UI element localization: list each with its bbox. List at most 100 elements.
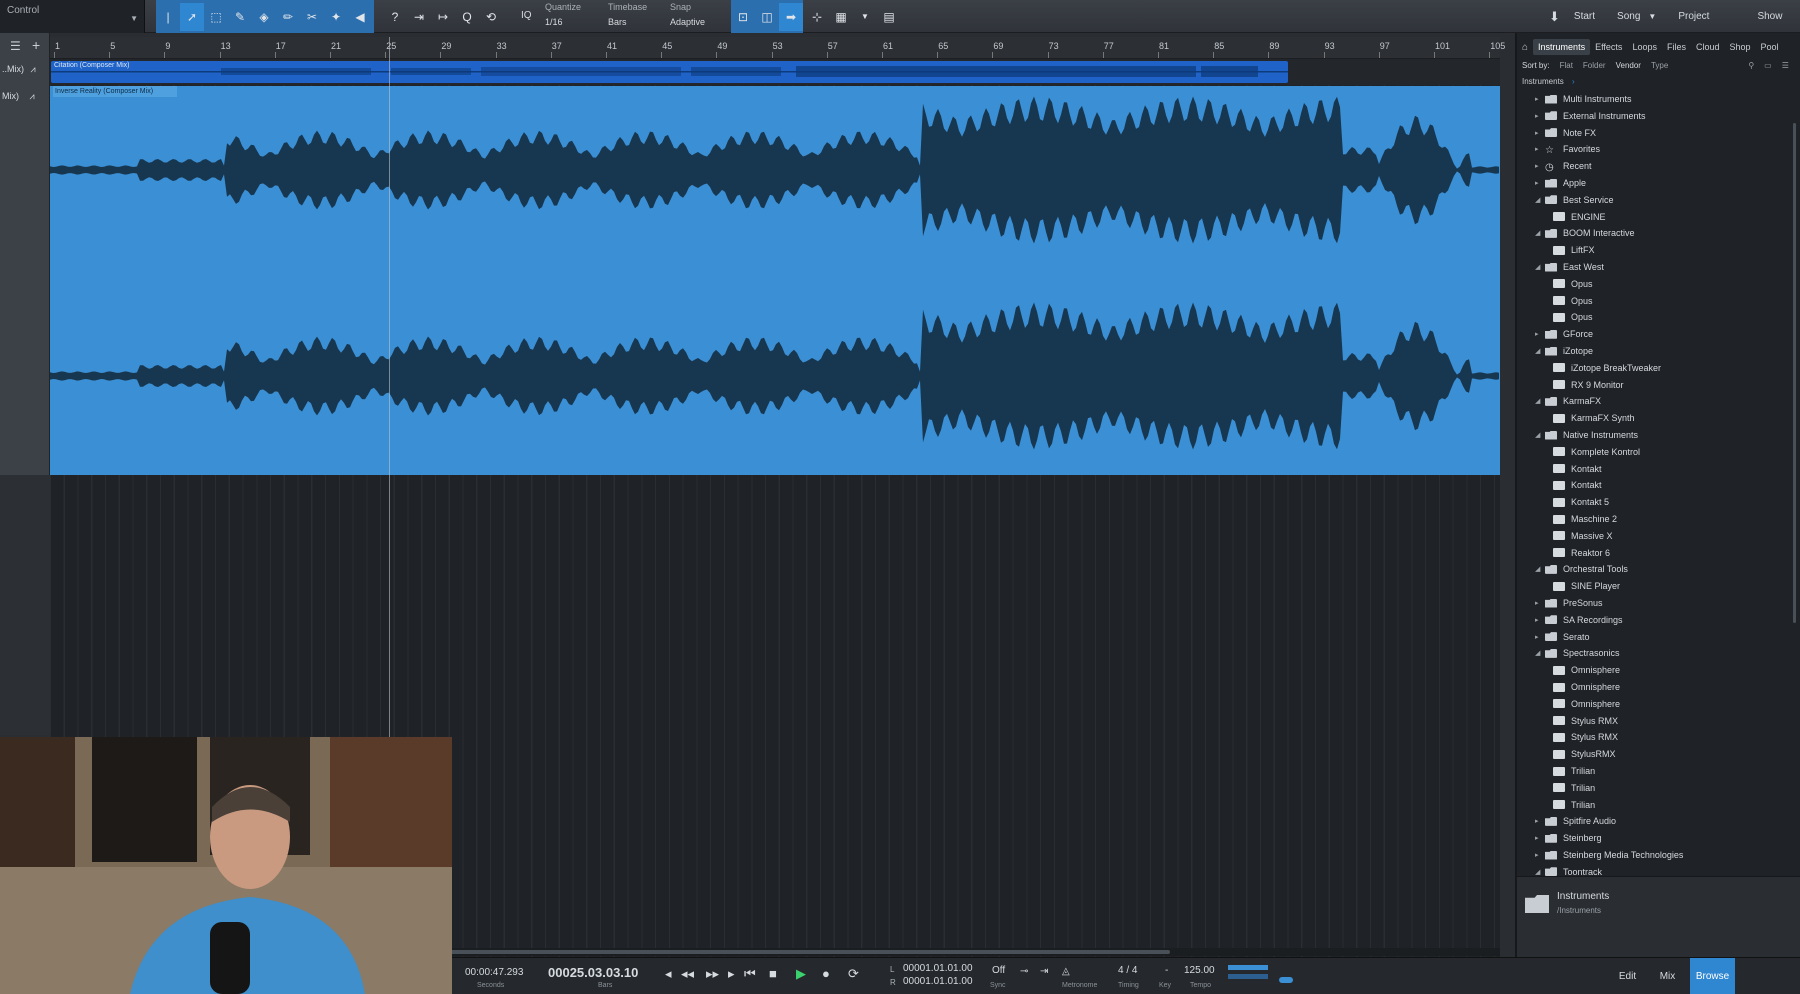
- forward-end-icon[interactable]: ▸: [728, 966, 735, 982]
- browser-plugin[interactable]: Maschine 2: [1553, 511, 1617, 527]
- browser-plugin[interactable]: Trilian: [1553, 780, 1595, 796]
- tab-pool[interactable]: Pool: [1756, 39, 1784, 55]
- browser-folder[interactable]: ▸ Note FX: [1535, 125, 1596, 141]
- listen-tool-icon[interactable]: ◀: [348, 3, 372, 31]
- tab-files[interactable]: Files: [1662, 39, 1691, 55]
- browser-folder[interactable]: ◢ East West: [1535, 259, 1604, 275]
- scroll-thumb[interactable]: [450, 950, 1170, 954]
- browse-button[interactable]: Browse: [1690, 958, 1735, 994]
- browser-plugin[interactable]: Massive X: [1553, 528, 1613, 544]
- browser-folder[interactable]: ▸ PreSonus: [1535, 595, 1603, 611]
- browser-folder[interactable]: ▸ GForce: [1535, 326, 1593, 342]
- cursor-follow-icon[interactable]: ⊹: [805, 3, 829, 31]
- eraser-tool-icon[interactable]: ◈: [252, 3, 276, 31]
- sort-type[interactable]: Type: [1651, 61, 1668, 70]
- browser-plugin[interactable]: Omnisphere: [1553, 679, 1620, 695]
- timebase-field[interactable]: Timebase Bars: [608, 2, 647, 27]
- download-icon[interactable]: ⬇: [1549, 9, 1560, 25]
- snap-field[interactable]: Snap Adaptive: [670, 2, 705, 27]
- rewind-icon[interactable]: ◂◂: [681, 966, 694, 982]
- browser-plugin[interactable]: Stylus RMX: [1553, 729, 1618, 745]
- browser-folder[interactable]: ◢ Toontrack: [1535, 864, 1602, 876]
- browser-plugin[interactable]: Opus: [1553, 309, 1593, 325]
- grid-icon[interactable]: ▦: [829, 3, 853, 31]
- rewind-start-icon[interactable]: ◂: [665, 966, 672, 982]
- breadcrumb[interactable]: Instruments ›: [1522, 77, 1575, 86]
- record-icon[interactable]: ●: [822, 966, 830, 981]
- nav-project[interactable]: Project: [1678, 11, 1709, 22]
- key-value[interactable]: -: [1165, 965, 1168, 976]
- search-icon[interactable]: ⚲: [1748, 61, 1754, 70]
- bend-tool-icon[interactable]: ✦: [324, 3, 348, 31]
- browser-scrollbar[interactable]: [1793, 123, 1796, 623]
- layout-icon[interactable]: ▭: [1764, 61, 1772, 70]
- mix-button[interactable]: Mix: [1645, 971, 1690, 982]
- audio-clip-2[interactable]: Inverse Reality (Composer Mix): [50, 86, 1500, 475]
- collapsed-icon[interactable]: ▸: [1535, 95, 1545, 103]
- collapsed-icon[interactable]: ▸: [1535, 851, 1545, 859]
- return-zero-icon[interactable]: ⏮: [744, 966, 756, 982]
- browser-folder[interactable]: ▸ ☆ Favorites: [1535, 141, 1600, 157]
- expanded-icon[interactable]: ◢: [1535, 196, 1545, 204]
- expanded-icon[interactable]: ◢: [1535, 868, 1545, 876]
- metronome-icon[interactable]: ◬: [1062, 966, 1070, 977]
- iq-button[interactable]: IQ: [521, 10, 532, 21]
- collapsed-icon[interactable]: ▸: [1535, 817, 1545, 825]
- volume-toggle[interactable]: [1279, 977, 1293, 983]
- browser-plugin[interactable]: Trilian: [1553, 797, 1595, 813]
- tab-loops[interactable]: Loops: [1627, 39, 1662, 55]
- home-icon[interactable]: ⌂: [1517, 39, 1533, 56]
- tab-effects[interactable]: Effects: [1590, 39, 1627, 55]
- browser-folder[interactable]: ▸ Spitfire Audio: [1535, 813, 1616, 829]
- snap-grid-icon[interactable]: ⊡: [731, 3, 755, 31]
- collapsed-icon[interactable]: ▸: [1535, 599, 1545, 607]
- timeline-ruler[interactable]: 1 5 9 13 17 21 25 29 33 37 41 45 49 53 57 61 65 69 73 77 81 8…: [50, 37, 1505, 59]
- collapsed-icon[interactable]: ▸: [1535, 129, 1545, 137]
- browser-plugin[interactable]: Kontakt: [1553, 461, 1602, 477]
- tempo-value[interactable]: 125.00: [1184, 965, 1215, 976]
- sync-value[interactable]: Off: [992, 965, 1005, 976]
- browser-folder[interactable]: ▸ Apple: [1535, 175, 1586, 191]
- browser-plugin[interactable]: ENGINE: [1553, 209, 1606, 225]
- menu-icon[interactable]: ☰: [1782, 61, 1789, 70]
- loop-icon[interactable]: ⟳: [848, 966, 859, 982]
- browser-folder[interactable]: ◢ Spectrasonics: [1535, 645, 1620, 661]
- timing-value[interactable]: 4 / 4: [1118, 965, 1137, 976]
- browser-plugin[interactable]: RX 9 Monitor: [1553, 377, 1624, 393]
- tab-cloud[interactable]: Cloud: [1691, 39, 1725, 55]
- tab-shop[interactable]: Shop: [1725, 39, 1756, 55]
- collapsed-icon[interactable]: ▸: [1535, 162, 1545, 170]
- nudge-left-icon[interactable]: ⇥: [407, 3, 431, 31]
- browser-plugin[interactable]: Kontakt 5: [1553, 494, 1609, 510]
- nav-start[interactable]: Start: [1574, 11, 1595, 22]
- tab-instruments[interactable]: Instruments: [1533, 39, 1591, 55]
- arrow-tool-icon[interactable]: ➚: [180, 2, 204, 31]
- precount-icon[interactable]: ⊸: [1020, 966, 1028, 977]
- expanded-icon[interactable]: ◢: [1535, 263, 1545, 271]
- nudge-right-icon[interactable]: ↦: [431, 3, 455, 31]
- browser-folder[interactable]: ◢ iZotope: [1535, 343, 1593, 359]
- collapsed-icon[interactable]: ▸: [1535, 330, 1545, 338]
- browser-folder[interactable]: ▸ Serato: [1535, 629, 1590, 645]
- track-list-icon[interactable]: ☰: [10, 39, 21, 53]
- collapsed-icon[interactable]: ▸: [1535, 145, 1545, 153]
- browser-folder[interactable]: ◢ Orchestral Tools: [1535, 561, 1628, 577]
- autoscroll-icon[interactable]: ➡: [779, 2, 803, 31]
- play-icon[interactable]: ▶: [796, 966, 806, 982]
- loop-follow-icon[interactable]: ⟲: [479, 3, 503, 31]
- expanded-icon[interactable]: ◢: [1535, 565, 1545, 573]
- collapsed-icon[interactable]: ▸: [1535, 616, 1545, 624]
- browser-plugin[interactable]: Omnisphere: [1553, 662, 1620, 678]
- browser-plugin[interactable]: Trilian: [1553, 763, 1595, 779]
- browser-folder[interactable]: ◢ KarmaFX: [1535, 393, 1601, 409]
- browser-folder[interactable]: ▸ SA Recordings: [1535, 612, 1623, 628]
- browser-plugin[interactable]: iZotope BreakTweaker: [1553, 360, 1661, 376]
- loop-left-value[interactable]: 00001.01.01.00: [903, 963, 973, 974]
- expanded-icon[interactable]: ◢: [1535, 431, 1545, 439]
- control-selector[interactable]: Control ▼: [0, 0, 145, 33]
- audio-clip-1[interactable]: Citation (Composer Mix): [51, 61, 1288, 83]
- collapsed-icon[interactable]: ▸: [1535, 633, 1545, 641]
- browser-plugin[interactable]: Opus: [1553, 276, 1593, 292]
- track-2-header[interactable]: Mix) ⩘: [0, 91, 50, 102]
- expanded-icon[interactable]: ◢: [1535, 229, 1545, 237]
